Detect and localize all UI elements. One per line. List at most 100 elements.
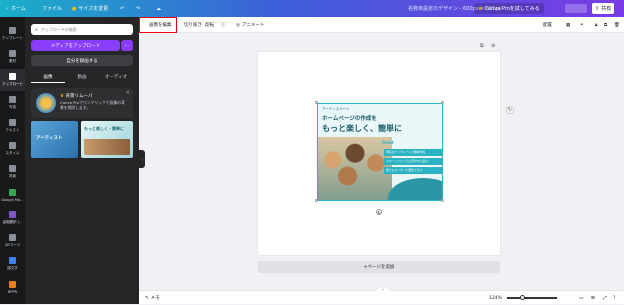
promo-image [36, 93, 56, 113]
left-rail: テンプレート 素材 アップロード 写真 テキスト スタイル 背景 Google … [0, 17, 25, 304]
background-icon [9, 165, 16, 172]
delete-icon[interactable]: 🗑︎ [614, 17, 620, 33]
rail-item-app[interactable]: BPPR [0, 276, 25, 298]
elements-icon [9, 50, 16, 57]
promo-title-wrap: ♛ 背景リムーバ [60, 93, 92, 99]
cloud-save-icon[interactable]: ☁ [156, 0, 161, 17]
undo-icon: ↶ [120, 5, 125, 12]
uploaded-image-1[interactable]: アーティスト [31, 121, 78, 158]
fullscreen-icon[interactable]: ⤢ [603, 291, 607, 305]
crop-button[interactable]: 切り抜き [184, 17, 202, 33]
animate-button[interactable]: ◎ アニメート [236, 17, 264, 33]
bg-remover-promo[interactable]: ♛ 背景リムーバ Canva Proでワンクリックで画像の背景を削除します。 × [31, 88, 133, 118]
share-icon: ⇪ [595, 5, 600, 12]
page-copy-icon[interactable]: ⧉ [480, 43, 484, 49]
chevron-left-icon: ‹ [6, 5, 8, 12]
upload-media-button[interactable]: メディアをアップロード [31, 40, 120, 51]
rail-item-uploads[interactable]: アップロード [0, 69, 25, 91]
design-point-label: Point [382, 140, 394, 145]
share-button[interactable]: ⇪ 共有 [592, 3, 615, 14]
resize-handle-tr[interactable] [441, 101, 444, 104]
rail-item-google-maps[interactable]: Google Ma… [0, 184, 25, 206]
search-icon: ⌕ [35, 26, 38, 33]
design-wave [388, 178, 442, 200]
style-icon [9, 142, 16, 149]
selected-design-image[interactable]: アーティスページ ホームページの作成を もっと楽しく、簡単に Point 豊富な… [317, 103, 443, 201]
scroll-up-indicator[interactable]: ⌃ [377, 288, 389, 293]
zoom-slider-thumb[interactable] [520, 295, 525, 300]
collaborators-avatars[interactable] [565, 4, 587, 13]
home-button[interactable]: ‹ ホーム [6, 0, 26, 17]
design-point-3: 誰でもカンタンに更新できる [384, 167, 442, 174]
rail-item-template[interactable]: テンプレート [0, 23, 25, 45]
lock-icon[interactable]: 🔒︎ [595, 17, 597, 33]
resize-handle-br[interactable] [441, 199, 444, 202]
page-count-icon[interactable]: ⊞ [591, 291, 595, 305]
qrcode-icon [9, 234, 16, 241]
tab-videos[interactable]: 動画 [65, 71, 99, 83]
resize-button[interactable]: ● サイズを変更 [72, 0, 108, 17]
undo-button[interactable]: ↶ [120, 0, 124, 17]
rail-item-style[interactable]: スタイル [0, 138, 25, 160]
zoom-level[interactable]: 124% [489, 291, 502, 305]
crown-icon: ♛ [478, 5, 483, 12]
collapse-panel-handle[interactable]: ‹ [139, 150, 145, 168]
position-button[interactable]: 配置 [543, 17, 552, 33]
text-icon [9, 119, 16, 126]
rail-item-qrcode[interactable]: QRコード [0, 230, 25, 252]
page-view-icon[interactable]: ▭ [579, 291, 583, 305]
more-icon: ⋯ [124, 42, 130, 49]
upload-icon [9, 73, 16, 80]
chevron-left-icon: ‹ [141, 156, 143, 162]
design-brand: アーティスページ [322, 107, 350, 111]
zoom-slider[interactable] [507, 297, 557, 299]
page-add-icon[interactable]: ⊕ [491, 43, 495, 49]
transparency-icon[interactable]: ▦ [566, 17, 570, 33]
thumb2-text: もっと楽しく・簡単に [84, 126, 124, 131]
promo-title: 背景リムーバ [65, 94, 93, 99]
file-menu[interactable]: ファイル [42, 0, 62, 17]
rail-item-photos[interactable]: 写真 [0, 92, 25, 114]
photo-icon [9, 96, 16, 103]
duplicate-icon[interactable]: ⧉ [604, 17, 607, 33]
search-input[interactable]: ⌕ アップロードの検索 [31, 24, 133, 35]
close-icon[interactable]: × [126, 90, 130, 96]
app-icon [9, 280, 16, 288]
tab-images[interactable]: 画像 [31, 71, 65, 83]
promo-text: Canva Proでワンクリックで画像の背景を削除します。 [60, 100, 125, 110]
rail-item-translate[interactable]: 協働翻訳 (… [0, 207, 25, 229]
media-tabs: 画像 動画 オーディオ [31, 71, 133, 83]
uploaded-image-2[interactable]: もっと楽しく・簡単に [81, 121, 133, 158]
resize-handle-bl[interactable] [315, 199, 318, 202]
help-icon[interactable]: ? [613, 291, 615, 305]
add-page-button[interactable]: +ページを追加 [258, 261, 500, 273]
rail-item-background[interactable]: 背景 [0, 161, 25, 183]
try-pro-button[interactable]: ♛ Canva Proを試してみる [474, 3, 544, 14]
rotate-handle[interactable]: ↻ [376, 209, 382, 215]
design-point-1: 豊富なテンプレートで簡単作成 [384, 149, 442, 156]
refresh-icon[interactable]: ↻ [506, 106, 514, 114]
tab-audio[interactable]: オーディオ [99, 71, 133, 83]
template-icon [9, 27, 16, 34]
design-point-2: スマートフォンでも見やすい設計 [384, 158, 442, 165]
rail-item-elements[interactable]: 素材 [0, 46, 25, 68]
crown-icon: ♛ [60, 94, 65, 99]
info-icon[interactable]: ⓘ [221, 17, 226, 33]
thumb-text: アーティスト [36, 136, 63, 141]
more-options-button[interactable]: ⋯ [121, 40, 133, 51]
rail-item-text[interactable]: テキスト [0, 115, 25, 137]
flip-button[interactable]: 反転 [205, 17, 214, 33]
maps-icon [9, 188, 16, 196]
context-toolbar: 画像を編集 切り抜き 反転 ⓘ ◎ アニメート 配置 ▦ ⚭ 🔒︎ ⧉ 🗑︎ [139, 17, 624, 33]
link-icon[interactable]: ⚭ [580, 17, 584, 33]
crown-icon: ● [72, 5, 77, 12]
resize-handle-tl[interactable] [315, 101, 318, 104]
design-photo [318, 137, 392, 200]
translate-icon [9, 211, 16, 218]
redo-icon: ↷ [136, 5, 141, 12]
rail-item-handwriting[interactable]: 描文字 [0, 253, 25, 275]
record-yourself-button[interactable]: 自分を録画する [31, 55, 133, 66]
notes-button[interactable]: ✎ メモ [145, 291, 160, 305]
top-bar: ‹ ホーム ファイル ● サイズを変更 ↶ ↷ ☁ 名称未設定のデザイン - 6… [0, 0, 624, 17]
redo-button[interactable]: ↷ [136, 0, 140, 17]
